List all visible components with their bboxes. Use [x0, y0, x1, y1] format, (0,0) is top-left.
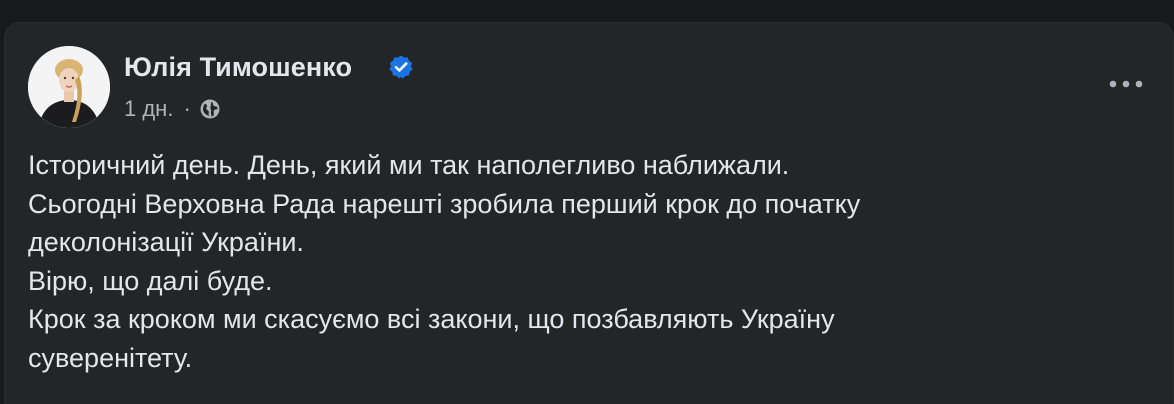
post-text-line: Крок за кроком ми скасуємо всі закони, щ… [28, 304, 835, 334]
post-text-line: Вірю, що далі буде. [28, 265, 273, 296]
author-name[interactable]: Юлія Тимошенко [124, 52, 352, 83]
globe-icon[interactable] [199, 98, 221, 120]
more-horizontal-icon [1109, 80, 1143, 88]
page: Юлія Тимошенко 1 дн. · Історичний день. … [0, 0, 1174, 404]
post-meta: 1 дн. · [124, 96, 221, 122]
post-text: Історичний день. День, який ми так напол… [28, 146, 1128, 377]
post-text-line: суверенітету. [28, 342, 193, 373]
avatar-image [28, 46, 110, 128]
post-text-line: Історичний день. День, який ми так напол… [28, 150, 790, 180]
more-options-button[interactable] [1106, 66, 1146, 102]
meta-separator: · [183, 96, 191, 121]
post-text-line: Сьогодні Верховна Рада нарешті зробила п… [28, 188, 861, 219]
post-text-line: деколонізації України. [28, 227, 304, 257]
post-time[interactable]: 1 дн. [124, 96, 173, 122]
post-card: Юлія Тимошенко 1 дн. · Історичний день. … [4, 22, 1174, 404]
avatar[interactable] [28, 46, 110, 128]
verified-badge-icon [389, 55, 413, 79]
